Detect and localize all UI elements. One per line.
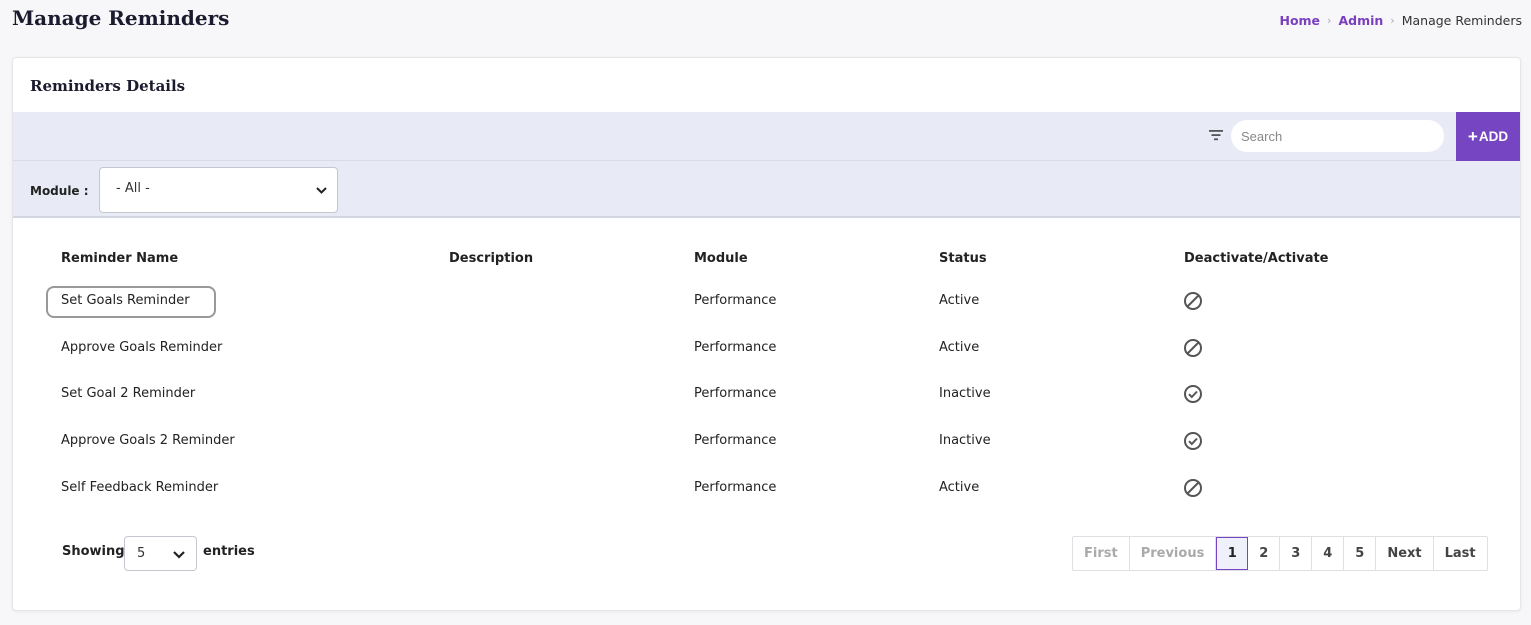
column-header-status[interactable]: Status [939, 251, 987, 266]
chevron-down-icon [316, 187, 327, 194]
reminder-status: Active [939, 480, 980, 495]
reminder-name[interactable]: Set Goal 2 Reminder [61, 386, 195, 401]
add-button[interactable]: + ADD [1456, 112, 1520, 161]
reminder-module: Performance [694, 480, 777, 495]
search-input[interactable] [1231, 120, 1444, 152]
breadcrumb-home[interactable]: Home [1279, 13, 1320, 28]
column-header-description[interactable]: Description [449, 251, 533, 266]
filter-icon[interactable] [1207, 126, 1225, 144]
deactivate-icon[interactable] [1183, 291, 1203, 311]
reminder-module: Performance [694, 386, 777, 401]
reminder-status: Active [939, 293, 980, 308]
reminder-name[interactable]: Self Feedback Reminder [61, 480, 218, 495]
reminder-module: Performance [694, 340, 777, 355]
pagination-page-1[interactable]: 1 [1216, 537, 1249, 570]
plus-icon: + [1467, 127, 1478, 146]
showing-label: Showing [62, 544, 125, 559]
pagination-page-4[interactable]: 4 [1312, 537, 1345, 570]
pagination-previous[interactable]: Previous [1130, 537, 1217, 570]
breadcrumb-current: Manage Reminders [1401, 13, 1522, 28]
column-header-reminder-name[interactable]: Reminder Name [61, 251, 178, 266]
chevron-right-icon: › [1327, 14, 1332, 27]
module-select[interactable]: - All - [99, 167, 338, 213]
deactivate-icon[interactable] [1183, 338, 1203, 358]
column-header-module[interactable]: Module [694, 251, 748, 266]
page-size-select[interactable]: 5 [124, 536, 197, 571]
add-button-label: ADD [1478, 129, 1509, 144]
activate-icon[interactable] [1183, 431, 1203, 451]
module-select-value: - All - [116, 181, 150, 196]
chevron-down-icon [173, 551, 185, 559]
breadcrumb-admin[interactable]: Admin [1338, 13, 1383, 28]
filter-row: Module : - All - [13, 161, 1520, 218]
page-size-value: 5 [137, 546, 146, 561]
pagination-next[interactable]: Next [1376, 537, 1434, 570]
pagination-page-5[interactable]: 5 [1344, 537, 1377, 570]
reminder-status: Inactive [939, 433, 991, 448]
reminder-module: Performance [694, 433, 777, 448]
reminders-card: Reminders Details + ADD Module : - All -… [12, 57, 1521, 611]
chevron-right-icon: › [1390, 14, 1395, 27]
reminder-name[interactable]: Approve Goals 2 Reminder [61, 433, 235, 448]
module-filter-label: Module : [30, 184, 89, 198]
breadcrumb: Home › Admin › Manage Reminders [1279, 13, 1522, 28]
pagination-page-2[interactable]: 2 [1248, 537, 1281, 570]
reminder-name[interactable]: Set Goals Reminder [61, 293, 190, 308]
reminder-name[interactable]: Approve Goals Reminder [61, 340, 222, 355]
pagination-page-3[interactable]: 3 [1280, 537, 1313, 570]
card-title: Reminders Details [30, 77, 186, 95]
deactivate-icon[interactable] [1183, 478, 1203, 498]
pagination: First Previous 1 2 3 4 5 Next Last [1072, 536, 1488, 571]
pagination-first[interactable]: First [1073, 537, 1130, 570]
reminder-module: Performance [694, 293, 777, 308]
pagination-last[interactable]: Last [1434, 537, 1487, 570]
entries-label: entries [203, 544, 255, 559]
activate-icon[interactable] [1183, 384, 1203, 404]
toolbar: + ADD [13, 112, 1520, 161]
reminder-status: Inactive [939, 386, 991, 401]
column-header-deactivate-activate: Deactivate/Activate [1184, 251, 1329, 266]
page-title: Manage Reminders [12, 6, 230, 30]
reminder-status: Active [939, 340, 980, 355]
